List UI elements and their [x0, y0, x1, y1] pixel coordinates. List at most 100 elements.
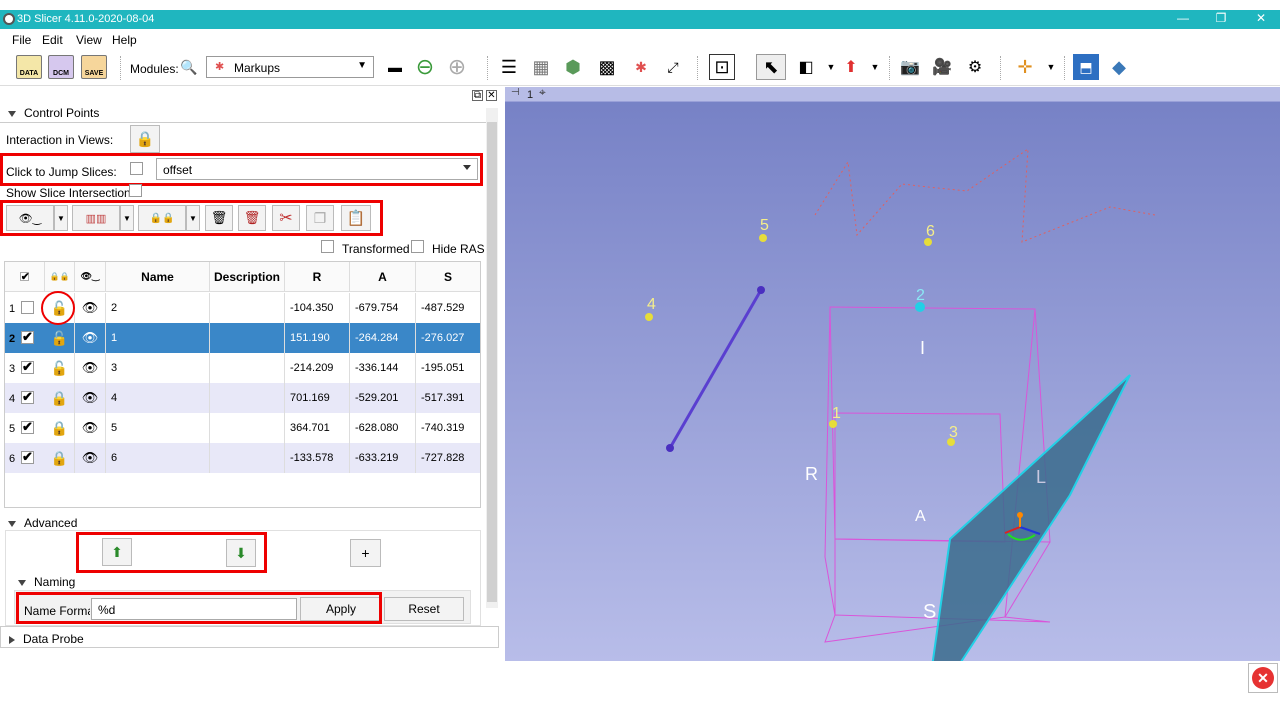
table-row[interactable]: 4 🔒 👁 4 701.169 -529.201 -517.391 — [5, 383, 480, 413]
delete-all-button[interactable]: 🗑 — [238, 205, 266, 231]
line-endpoint[interactable] — [666, 444, 674, 452]
description-cell[interactable] — [210, 413, 285, 443]
slice-plane[interactable] — [925, 374, 1131, 661]
data-probe-section[interactable]: Data Probe — [0, 626, 499, 648]
apply-button[interactable]: Apply — [300, 597, 382, 621]
r-cell[interactable]: 364.701 — [285, 413, 350, 443]
data-tree-icon[interactable]: ☰ — [496, 54, 522, 80]
lock-column-header[interactable]: 🔒🔒 — [45, 262, 75, 292]
row-checkbox[interactable] — [21, 389, 34, 405]
row-checkbox[interactable] — [21, 449, 34, 465]
a-cell[interactable]: -336.144 — [350, 353, 416, 383]
description-column-header[interactable]: Description — [210, 262, 285, 292]
lock-cell[interactable]: 🔓 — [45, 353, 75, 383]
place-point-icon[interactable]: ⬆ — [838, 54, 864, 80]
interaction-lock-button[interactable]: 🔒 — [130, 125, 160, 153]
error-log-button[interactable]: ✕ — [1248, 663, 1278, 693]
crosshair-icon[interactable]: ✛ — [1012, 54, 1038, 80]
name-cell[interactable]: 3 — [106, 353, 210, 383]
s-cell[interactable]: -487.529 — [416, 293, 480, 323]
name-column-header[interactable]: Name — [106, 262, 210, 292]
lock-cell[interactable]: 🔒 — [45, 413, 75, 443]
python-icon[interactable]: ◆ — [1106, 54, 1132, 80]
scene-view-icon[interactable]: 🎥 — [929, 54, 955, 80]
models-icon[interactable]: ⬢ — [560, 54, 586, 80]
row-checkbox[interactable] — [21, 301, 34, 314]
menu-file[interactable]: File — [12, 33, 31, 47]
data-probe-header[interactable]: Data Probe — [9, 632, 84, 646]
lock-cell[interactable]: 🔓 — [45, 293, 75, 323]
s-cell[interactable]: -517.391 — [416, 383, 480, 413]
lock-cell[interactable]: 🔒 — [45, 443, 75, 473]
r-cell[interactable]: -104.350 — [285, 293, 350, 323]
3d-view[interactable]: ⊣ 1 ⌖ 5 6 4 2 1 3 R L A S I — [505, 87, 1280, 661]
load-data-button[interactable]: DATA — [16, 55, 42, 79]
advanced-section-header[interactable]: Advanced — [8, 516, 77, 530]
name-cell[interactable]: 1 — [106, 323, 210, 353]
a-column-header[interactable]: A — [350, 262, 416, 292]
name-format-input[interactable]: %d — [91, 598, 297, 620]
save-button[interactable]: SAVE — [81, 55, 107, 79]
visibility-menu-button[interactable]: ▼ — [54, 205, 68, 231]
curve-markup[interactable] — [814, 148, 1156, 243]
lock-toggle-button[interactable]: 🔒🔒 — [138, 205, 186, 231]
jump-mode-select[interactable]: offset — [156, 158, 478, 180]
visibility-cell[interactable]: 👁 — [75, 383, 106, 413]
lock-cell[interactable]: 🔒 — [45, 383, 75, 413]
a-cell[interactable]: -679.754 — [350, 293, 416, 323]
slice-intersections-checkbox[interactable] — [129, 184, 142, 197]
visibility-cell[interactable]: 👁 — [75, 293, 106, 323]
table-row[interactable]: 6 🔒 👁 6 -133.578 -633.219 -727.828 — [5, 443, 480, 473]
back-arrow-icon[interactable]: ⊖ — [412, 54, 438, 80]
scene-view-settings-icon[interactable]: ⚙ — [962, 54, 988, 80]
import-points-button[interactable]: ⬆ — [102, 538, 132, 566]
control-point-5[interactable] — [759, 234, 767, 242]
delete-selected-button[interactable]: 🗑 — [205, 205, 233, 231]
table-row[interactable]: 1 🔓 👁 2 -104.350 -679.754 -487.529 — [5, 293, 480, 323]
menu-edit[interactable]: Edit — [42, 33, 63, 47]
minimize-button[interactable]: — — [1168, 11, 1198, 25]
maximize-button[interactable]: ❐ — [1206, 11, 1236, 25]
paste-button[interactable]: 📋 — [341, 205, 371, 231]
module-search-icon[interactable]: 🔍 — [176, 54, 202, 80]
selection-toggle-button[interactable]: ▥▥ — [72, 205, 120, 231]
module-select[interactable]: ✱ Markups ▼ — [206, 56, 374, 78]
naming-section-header[interactable]: Naming — [18, 575, 75, 589]
chevron-down-icon[interactable]: ▼ — [862, 54, 888, 80]
markups-icon[interactable]: ✱ — [628, 54, 654, 80]
table-row[interactable]: 3 🔓 👁 3 -214.209 -336.144 -195.051 — [5, 353, 480, 383]
r-cell[interactable]: 701.169 — [285, 383, 350, 413]
visibility-cell[interactable]: 👁 — [75, 443, 106, 473]
transformed-checkbox[interactable] — [321, 240, 334, 253]
3d-scene[interactable] — [505, 87, 1280, 661]
table-row[interactable]: 5 🔒 👁 5 364.701 -628.080 -740.319 — [5, 413, 480, 443]
menu-help[interactable]: Help — [112, 33, 137, 47]
s-column-header[interactable]: S — [416, 262, 480, 292]
volume-cube-icon[interactable]: ▦ — [528, 54, 554, 80]
lock-menu-button[interactable]: ▼ — [186, 205, 200, 231]
add-point-button[interactable]: + — [350, 539, 381, 567]
jump-slices-checkbox[interactable] — [130, 162, 143, 175]
r-cell[interactable]: 151.190 — [285, 323, 350, 353]
select-column-header[interactable] — [5, 262, 45, 292]
select-all-checkbox[interactable] — [20, 271, 30, 283]
s-cell[interactable]: -195.051 — [416, 353, 480, 383]
r-column-header[interactable]: R — [285, 262, 350, 292]
visibility-toggle-button[interactable]: 👁‿ — [6, 205, 54, 231]
cut-button[interactable]: ✂ — [272, 205, 300, 231]
s-cell[interactable]: -276.027 — [416, 323, 480, 353]
name-cell[interactable]: 6 — [106, 443, 210, 473]
module-history-icon[interactable]: ▬ — [382, 54, 408, 80]
r-cell[interactable]: -133.578 — [285, 443, 350, 473]
control-point-4[interactable] — [645, 313, 653, 321]
transforms-icon[interactable]: ⤢ — [660, 54, 686, 80]
export-points-button[interactable]: ⬇ — [226, 539, 256, 567]
line-markup[interactable] — [668, 289, 763, 449]
row-checkbox[interactable] — [21, 329, 34, 345]
chevron-down-icon[interactable]: ▼ — [1038, 54, 1064, 80]
a-cell[interactable]: -264.284 — [350, 323, 416, 353]
lock-cell[interactable]: 🔓 — [45, 323, 75, 353]
window-level-icon[interactable]: ◧ — [793, 54, 819, 80]
menu-view[interactable]: View — [76, 33, 102, 47]
visibility-cell[interactable]: 👁 — [75, 323, 106, 353]
